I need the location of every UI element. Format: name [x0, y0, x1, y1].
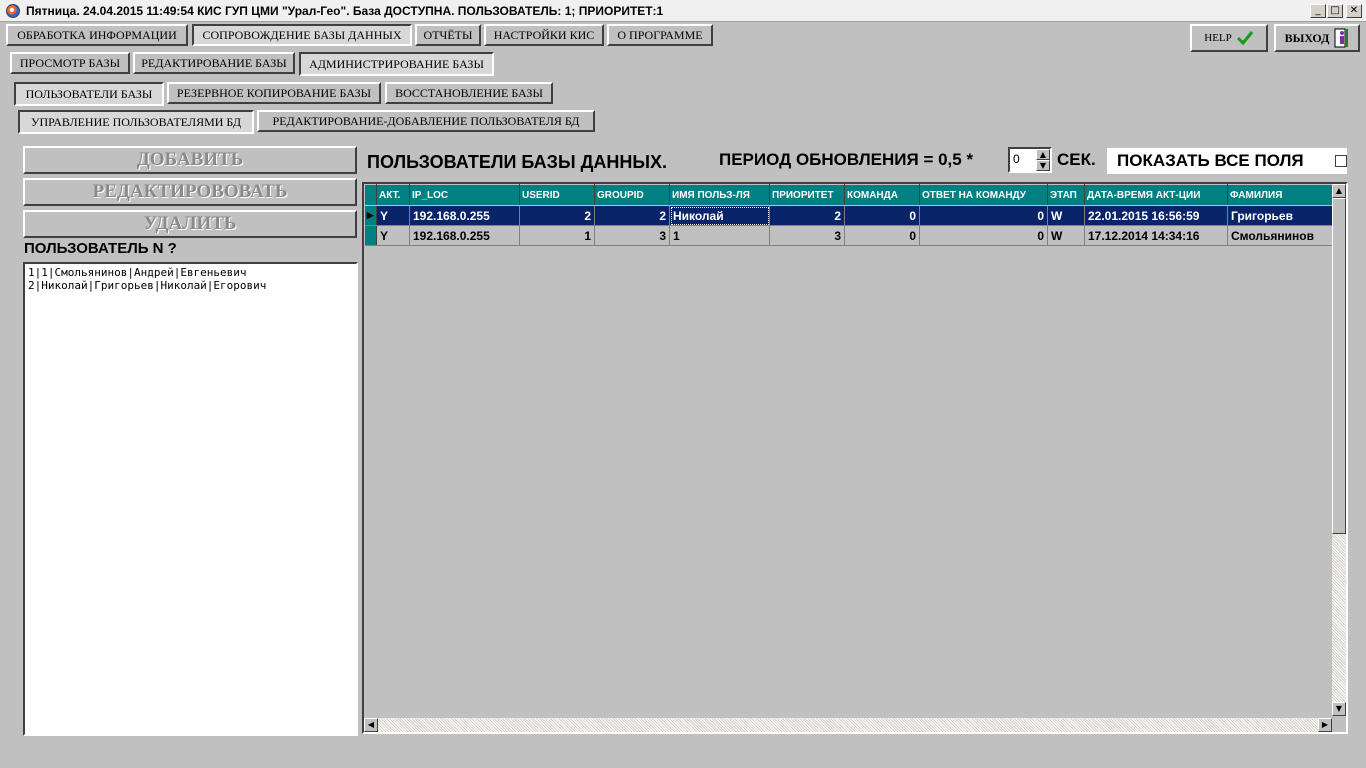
table-cell[interactable]: 2: [769, 205, 845, 226]
tab-reports[interactable]: ОТЧЁТЫ: [415, 24, 481, 46]
table-cell[interactable]: 1: [669, 225, 770, 246]
table-cell[interactable]: Y: [376, 225, 410, 246]
users-grid[interactable]: АКТ. IP_LOC USERID GROUPID ИМЯ ПОЛЬЗ-ЛЯ …: [362, 182, 1348, 734]
help-button-label: HELP: [1204, 32, 1232, 44]
column-header[interactable]: АКТ.: [376, 184, 410, 206]
vertical-scrollbar[interactable]: ▲ ▼: [1332, 184, 1346, 716]
column-header[interactable]: ОТВЕТ НА КОМАНДУ: [919, 184, 1048, 206]
users-heading: ПОЛЬЗОВАТЕЛИ БАЗЫ ДАННЫХ.: [367, 152, 668, 172]
column-header[interactable]: GROUPID: [594, 184, 670, 206]
exit-button-label: ВЫХОД: [1284, 30, 1330, 45]
window-title: Пятница. 24.04.2015 11:49:54 КИС ГУП ЦМИ…: [26, 4, 664, 18]
user-number-label: ПОЛЬЗОВАТЕЛЬ N ?: [24, 240, 177, 257]
table-cell[interactable]: 17.12.2014 14:34:16: [1084, 225, 1228, 246]
tab-edit-db[interactable]: РЕДАКТИРОВАНИЕ БАЗЫ: [133, 52, 295, 74]
user-list[interactable]: 1|1|Смольянинов|Андрей|Евгеньевич 2|Нико…: [23, 262, 358, 736]
refresh-period-label: ПЕРИОД ОБНОВЛЕНИЯ = 0,5 *: [719, 150, 974, 169]
table-cell[interactable]: W: [1047, 225, 1085, 246]
column-header[interactable]: ЭТАП: [1047, 184, 1085, 206]
tab-manage-users[interactable]: УПРАВЛЕНИЕ ПОЛЬЗОВАТЕЛЯМИ БД: [18, 110, 254, 134]
table-cell[interactable]: Смольянинов: [1227, 225, 1338, 246]
app-icon: [6, 4, 20, 18]
tab-kis-settings[interactable]: НАСТРОЙКИ КИС: [484, 24, 604, 46]
scroll-left-icon[interactable]: ◀: [364, 718, 378, 732]
table-cell[interactable]: 22.01.2015 16:56:59: [1084, 205, 1228, 226]
tab-backup-db[interactable]: РЕЗЕРВНОЕ КОПИРОВАНИЕ БАЗЫ: [167, 82, 381, 104]
table-cell[interactable]: 0: [844, 205, 920, 226]
tab-about[interactable]: О ПРОГРАММЕ: [607, 24, 713, 46]
grid-corner: [364, 184, 377, 206]
help-button[interactable]: HELP: [1190, 24, 1268, 52]
table-cell[interactable]: 192.168.0.255: [409, 225, 520, 246]
tab-database-support[interactable]: СОПРОВОЖДЕНИЕ БАЗЫ ДАННЫХ: [192, 24, 412, 46]
column-header[interactable]: ИМЯ ПОЛЬЗ-ЛЯ: [669, 184, 770, 206]
spin-up-icon[interactable]: ▲: [1036, 149, 1050, 160]
show-all-fields-checkbox[interactable]: ПОКАЗАТЬ ВСЕ ПОЛЯ: [1107, 148, 1347, 174]
table-cell[interactable]: W: [1047, 205, 1085, 226]
table-cell[interactable]: 192.168.0.255: [409, 205, 520, 226]
column-header[interactable]: ПРИОРИТЕТ: [769, 184, 845, 206]
scroll-thumb[interactable]: [1332, 198, 1346, 534]
refresh-period-value: 0: [1013, 152, 1020, 166]
tab-view-db[interactable]: ПРОСМОТР БАЗЫ: [10, 52, 130, 74]
spin-down-icon[interactable]: ▼: [1036, 160, 1050, 171]
exit-door-icon: [1333, 28, 1349, 48]
list-item: 1|1|Смольянинов|Андрей|Евгеньевич: [28, 266, 247, 279]
table-cell[interactable]: 3: [594, 225, 670, 246]
maximize-button[interactable]: □: [1327, 4, 1343, 18]
tab-data-processing[interactable]: ОБРАБОТКА ИНФОРМАЦИИ: [6, 24, 188, 46]
column-header[interactable]: ФАМИЛИЯ: [1227, 184, 1338, 206]
scroll-down-icon[interactable]: ▼: [1332, 702, 1346, 716]
table-cell[interactable]: 0: [919, 225, 1048, 246]
scroll-up-icon[interactable]: ▲: [1332, 184, 1346, 198]
table-cell[interactable]: 2: [594, 205, 670, 226]
edit-button[interactable]: РЕДАКТИРОВОВАТЬ: [23, 178, 357, 206]
checkmark-icon: [1236, 29, 1254, 47]
table-cell[interactable]: 2: [519, 205, 595, 226]
column-header[interactable]: ДАТА-ВРЕМЯ АКТ-ЦИИ: [1084, 184, 1228, 206]
show-all-fields-label: ПОКАЗАТЬ ВСЕ ПОЛЯ: [1117, 151, 1304, 170]
grid-header-row: АКТ. IP_LOC USERID GROUPID ИМЯ ПОЛЬЗ-ЛЯ …: [364, 184, 1338, 206]
column-header[interactable]: КОМАНДА: [844, 184, 920, 206]
title-bar: Пятница. 24.04.2015 11:49:54 КИС ГУП ЦМИ…: [0, 0, 1366, 22]
table-row[interactable]: Y 192.168.0.255 1 3 1 3 0 0 W 17.12.2014…: [364, 225, 1338, 246]
tab-admin-db[interactable]: АДМИНИСТРИРОВАНИЕ БАЗЫ: [299, 52, 494, 76]
exit-button[interactable]: ВЫХОД: [1274, 24, 1360, 52]
table-cell[interactable]: Григорьев: [1227, 205, 1338, 226]
tab-db-users[interactable]: ПОЛЬЗОВАТЕЛИ БАЗЫ: [14, 82, 164, 106]
table-cell[interactable]: Николай: [669, 205, 770, 226]
row-indicator: [364, 225, 377, 246]
horizontal-scrollbar[interactable]: ◀ ▶: [364, 718, 1332, 732]
add-button[interactable]: ДОБАВИТЬ: [23, 146, 357, 174]
table-cell[interactable]: Y: [376, 205, 410, 226]
delete-button[interactable]: УДАЛИТЬ: [23, 210, 357, 238]
row-indicator-icon: ▶: [364, 205, 377, 226]
tab-restore-db[interactable]: ВОССТАНОВЛЕНИЕ БАЗЫ: [385, 82, 553, 104]
table-cell[interactable]: 0: [919, 205, 1048, 226]
table-cell[interactable]: 3: [769, 225, 845, 246]
scroll-right-icon[interactable]: ▶: [1318, 718, 1332, 732]
users-table: АКТ. IP_LOC USERID GROUPID ИМЯ ПОЛЬЗ-ЛЯ …: [364, 184, 1338, 246]
column-header[interactable]: USERID: [519, 184, 595, 206]
tab-edit-add-user[interactable]: РЕДАКТИРОВАНИЕ-ДОБАВЛЕНИЕ ПОЛЬЗОВАТЕЛЯ Б…: [257, 110, 595, 132]
close-button[interactable]: ✕: [1346, 4, 1362, 18]
table-cell[interactable]: 0: [844, 225, 920, 246]
table-cell[interactable]: 1: [519, 225, 595, 246]
checkbox-box[interactable]: [1335, 155, 1347, 167]
refresh-period-spinner[interactable]: 0 ▲ ▼: [1008, 147, 1052, 173]
table-row[interactable]: ▶ Y 192.168.0.255 2 2 Николай 2 0 0 W 22…: [364, 205, 1338, 226]
minimize-button[interactable]: _: [1310, 4, 1326, 18]
refresh-unit-label: СЕК.: [1057, 150, 1096, 169]
list-item: 2|Николай|Григорьев|Николай|Егорович: [28, 279, 267, 292]
column-header[interactable]: IP_LOC: [409, 184, 520, 206]
